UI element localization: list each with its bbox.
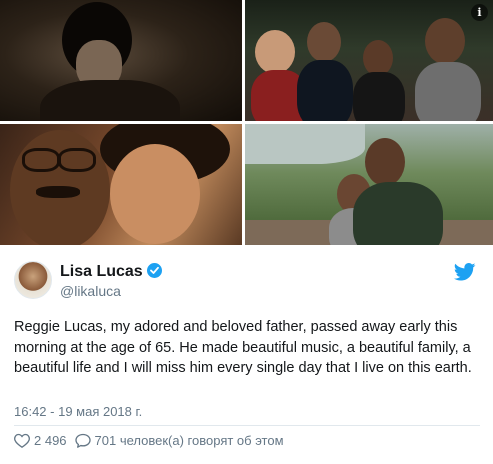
author-name[interactable]: Lisa Lucas (60, 263, 162, 281)
like-action[interactable]: 2 496 (14, 433, 67, 448)
speech-bubble-icon (74, 433, 91, 448)
people-talking-count: 701 человек(а) говорят об этом (94, 433, 284, 448)
tweet-stats: 2 496 701 человек(а) говорят об этом (14, 433, 292, 448)
tweet-text: Reggie Lucas, my adored and beloved fath… (14, 319, 472, 376)
photo-family-group[interactable] (245, 0, 493, 121)
twitter-bird-icon[interactable] (454, 263, 476, 281)
author-handle[interactable]: @likaluca (60, 283, 121, 299)
like-count: 2 496 (34, 433, 67, 448)
tweet-author-header: Lisa Lucas @likaluca (14, 261, 484, 305)
reply-action[interactable]: 701 человек(а) говорят об этом (74, 433, 284, 448)
verified-badge-icon (146, 263, 162, 278)
tweet-timestamp[interactable]: 16:42 - 19 мая 2018 г. (14, 404, 142, 419)
info-icon[interactable]: i (471, 4, 488, 21)
author-name-label: Lisa Lucas (60, 263, 143, 280)
photo-father-and-child[interactable] (0, 124, 242, 245)
tweet-photo-grid: i (0, 0, 493, 245)
divider (14, 425, 480, 426)
avatar[interactable] (14, 261, 52, 299)
photo-woman-and-father-outdoors[interactable] (245, 124, 493, 245)
photo-young-man-portrait[interactable] (0, 0, 242, 121)
heart-icon (14, 433, 30, 448)
